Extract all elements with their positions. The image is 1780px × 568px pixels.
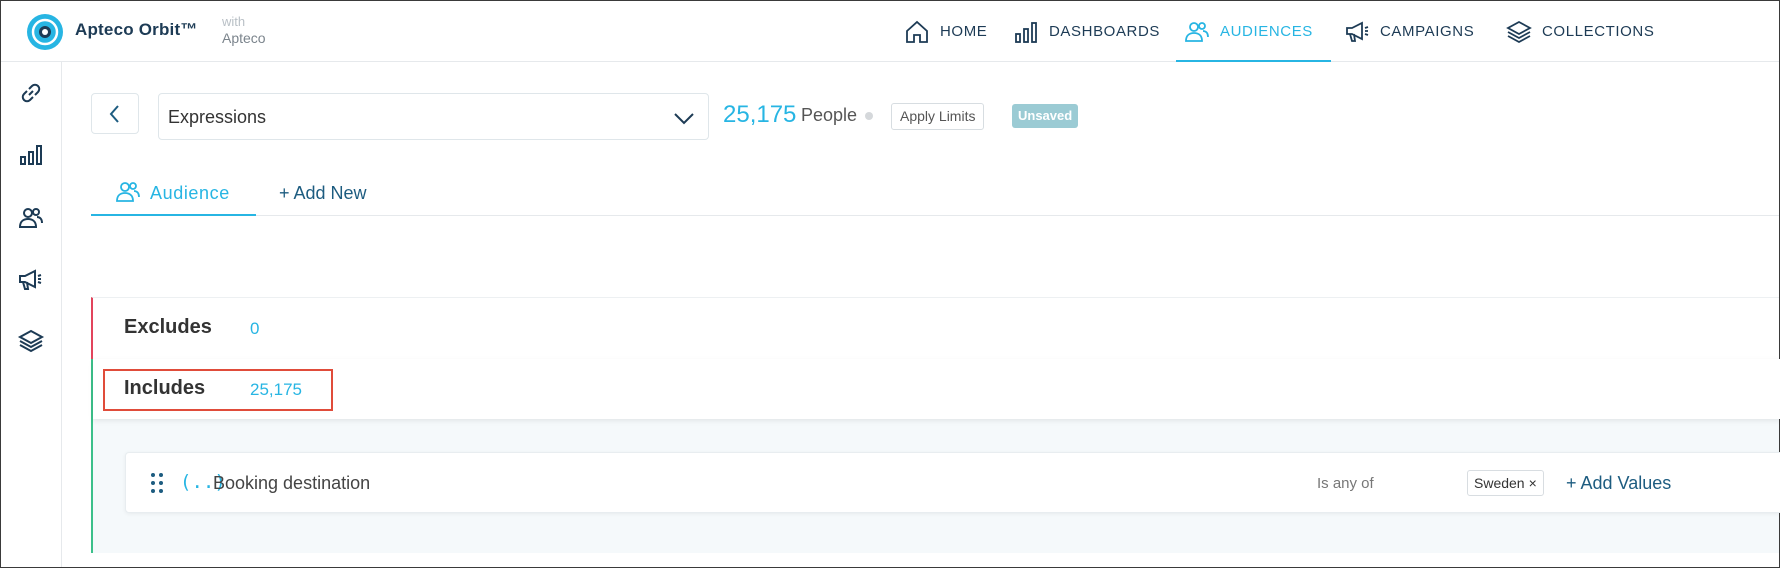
includes-header[interactable]: Includes 25,175	[93, 359, 1780, 419]
apteco-logo-icon[interactable]	[26, 13, 64, 51]
nav-collections[interactable]: COLLECTIONS	[1506, 1, 1654, 62]
nav-audiences-label: AUDIENCES	[1220, 23, 1313, 40]
sidebar-link-icon[interactable]	[17, 79, 45, 107]
bar-chart-icon	[1015, 21, 1037, 43]
value-chip: Sweden ×	[1467, 470, 1544, 496]
value-chip-label: Sweden	[1474, 475, 1525, 491]
powered-by: with Apteco	[222, 14, 266, 46]
sidebar-collections-icon[interactable]	[17, 327, 45, 355]
home-icon	[906, 20, 928, 43]
active-nav-indicator	[1176, 60, 1331, 62]
people-icon	[18, 208, 43, 228]
with-label: with	[222, 14, 246, 29]
add-values-button[interactable]: + Add Values	[1566, 473, 1671, 494]
layers-icon	[1506, 20, 1532, 43]
sidebar-campaigns-icon[interactable]	[17, 266, 45, 294]
people-icon	[116, 182, 140, 202]
nav-home[interactable]: HOME	[904, 1, 987, 62]
people-icon	[1185, 21, 1209, 42]
nav-home-label: HOME	[940, 23, 988, 40]
top-bar: Apteco Orbit™ with Apteco HOME DASHBOARD…	[1, 1, 1779, 62]
tab-bar: Audience + Add New	[91, 171, 1779, 216]
includes-panel: Includes 25,175 (..) Booking destination…	[91, 359, 1780, 553]
chevron-left-icon	[109, 104, 119, 123]
megaphone-icon	[19, 269, 42, 290]
drag-handle-icon[interactable]	[150, 472, 164, 494]
excludes-panel[interactable]: Excludes 0	[91, 297, 1779, 359]
highlight-box	[103, 369, 333, 411]
nav-collections-label: COLLECTIONS	[1542, 23, 1655, 40]
sidebar-audiences-icon[interactable]	[17, 204, 45, 232]
link-icon	[21, 83, 41, 103]
nav-campaigns-label: CAMPAIGNS	[1380, 23, 1475, 40]
people-label: People	[801, 105, 858, 125]
bar-chart-icon	[20, 145, 42, 165]
nav-dashboards-label: DASHBOARDS	[1049, 23, 1161, 40]
chevron-down-icon	[674, 113, 694, 125]
back-button[interactable]	[91, 93, 139, 134]
layers-icon	[17, 329, 45, 353]
apteco-label: Apteco	[222, 30, 266, 46]
excludes-count: 0	[250, 319, 260, 338]
tab-audience-label: Audience	[150, 183, 230, 203]
tab-audience[interactable]: Audience	[91, 171, 256, 216]
megaphone-icon	[1346, 21, 1369, 42]
brand-name: Apteco Orbit™	[75, 20, 198, 39]
sidebar	[1, 62, 62, 567]
sidebar-dashboards-icon[interactable]	[17, 141, 45, 169]
status-badge: Unsaved	[1012, 104, 1079, 128]
people-count: 25,175	[723, 101, 797, 128]
rule-operator[interactable]: Is any of	[1317, 475, 1374, 492]
chip-remove-icon[interactable]: ×	[1529, 475, 1537, 491]
add-new-tab-button[interactable]: + Add New	[279, 183, 367, 204]
separator-dot	[865, 112, 873, 120]
rule-label[interactable]: Booking destination	[213, 473, 370, 494]
nav-campaigns[interactable]: CAMPAIGNS	[1344, 1, 1474, 62]
nav-dashboards[interactable]: DASHBOARDS	[1013, 1, 1160, 62]
selection-dropdown[interactable]: Expressions	[158, 93, 709, 140]
apply-limits-button[interactable]: Apply Limits	[891, 103, 985, 130]
nav-audiences[interactable]: AUDIENCES	[1184, 1, 1313, 62]
rule-row: (..) Booking destination Is any of Swede…	[125, 452, 1780, 513]
selection-value: Expressions	[168, 107, 267, 127]
excludes-title: Excludes	[124, 316, 212, 338]
